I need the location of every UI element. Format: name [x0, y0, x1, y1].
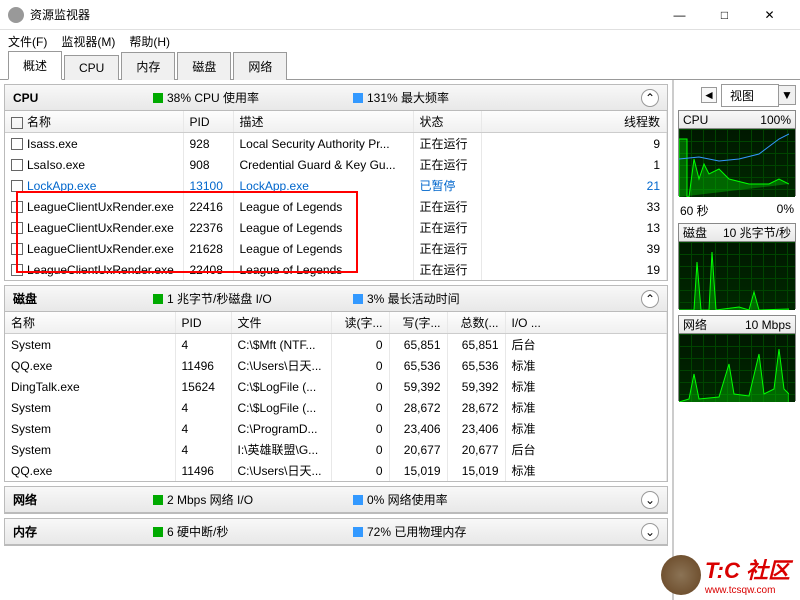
table-row[interactable]: LeagueClientUxRender.exe21628League of L… [5, 238, 667, 259]
section-title: 网络 [13, 491, 153, 508]
table-row[interactable]: LeagueClientUxRender.exe22416League of L… [5, 196, 667, 217]
section-title: 内存 [13, 523, 153, 540]
menu-file[interactable]: 文件(F) [8, 33, 47, 50]
prev-arrow-icon[interactable]: ◄ [701, 87, 717, 103]
table-row[interactable]: System4C:\$LogFile (...028,67228,672标准 [5, 397, 667, 418]
table-row[interactable]: QQ.exe11496C:\Users\日天...065,53665,536标准 [5, 355, 667, 376]
table-row[interactable]: LeagueClientUxRender.exe22408League of L… [5, 259, 667, 280]
table-row[interactable]: System4I:\英雄联盟\G...020,67720,677后台 [5, 439, 667, 460]
checkbox[interactable] [11, 201, 23, 213]
col-file[interactable]: 文件 [231, 312, 331, 334]
table-row[interactable]: LockApp.exe13100LockApp.exe已暂停21 [5, 175, 667, 196]
section-title: CPU [13, 91, 153, 105]
tab-内存[interactable]: 内存 [121, 52, 175, 80]
menu-monitor[interactable]: 监视器(M) [61, 33, 115, 50]
window-title: 资源监视器 [30, 6, 657, 23]
network-graph: 网络10 Mbps [678, 315, 796, 401]
tab-磁盘[interactable]: 磁盘 [177, 52, 231, 80]
checkbox[interactable] [11, 222, 23, 234]
tab-CPU[interactable]: CPU [64, 55, 119, 80]
col-name[interactable]: 名称 [5, 111, 183, 133]
close-button[interactable]: ✕ [747, 0, 792, 30]
watermark-icon [661, 555, 701, 595]
disk-table: 名称 PID 文件 读(字... 写(字... 总数(... I/O ... S… [5, 312, 667, 481]
menu-bar: 文件(F) 监视器(M) 帮助(H) [0, 30, 800, 52]
left-panel: CPU 38% CPU 使用率 131% 最大频率 ⌃ 名称 PID 描述 状态… [0, 80, 674, 600]
col-total[interactable]: 总数(... [447, 312, 505, 334]
col-write[interactable]: 写(字... [389, 312, 447, 334]
table-row[interactable]: QQ.exe11496C:\Users\日天...015,01915,019标准 [5, 460, 667, 481]
tab-概述[interactable]: 概述 [8, 51, 62, 80]
dropdown-icon[interactable]: ▼ [778, 85, 796, 105]
cpu-graph: CPU100% [678, 110, 796, 196]
table-row[interactable]: LeagueClientUxRender.exe22376League of L… [5, 217, 667, 238]
view-selector[interactable]: 视图 [721, 84, 779, 107]
col-pid[interactable]: PID [175, 312, 231, 334]
checkbox[interactable] [11, 180, 23, 192]
checkbox[interactable] [11, 243, 23, 255]
expand-icon[interactable]: ⌄ [641, 491, 659, 509]
minimize-button[interactable]: — [657, 0, 702, 30]
disk-section: 磁盘 1 兆字节/秒磁盘 I/O 3% 最长活动时间 ⌃ 名称 PID 文件 读… [4, 285, 668, 482]
col-status[interactable]: 状态 [413, 111, 481, 133]
tab-bar: 概述CPU内存磁盘网络 [0, 52, 800, 80]
col-read[interactable]: 读(字... [331, 312, 389, 334]
collapse-icon[interactable]: ⌃ [641, 290, 659, 308]
checkbox-all[interactable] [11, 117, 23, 129]
tab-网络[interactable]: 网络 [233, 52, 287, 80]
table-row[interactable]: DingTalk.exe15624C:\$LogFile (...059,392… [5, 376, 667, 397]
app-icon [8, 7, 24, 23]
col-pid[interactable]: PID [183, 111, 233, 133]
maximize-button[interactable]: □ [702, 0, 747, 30]
table-row[interactable]: System4C:\$Mft (NTF...065,85165,851后台 [5, 334, 667, 356]
cpu-section: CPU 38% CPU 使用率 131% 最大频率 ⌃ 名称 PID 描述 状态… [4, 84, 668, 281]
table-row[interactable]: LsaIso.exe908Credential Guard & Key Gu..… [5, 154, 667, 175]
checkbox[interactable] [11, 159, 23, 171]
network-section: 网络 2 Mbps 网络 I/O 0% 网络使用率 ⌄ [4, 486, 668, 514]
col-io[interactable]: I/O ... [505, 312, 667, 334]
memory-section: 内存 6 硬中断/秒 72% 已用物理内存 ⌄ [4, 518, 668, 546]
checkbox[interactable] [11, 264, 23, 276]
expand-icon[interactable]: ⌄ [641, 523, 659, 541]
menu-help[interactable]: 帮助(H) [129, 33, 170, 50]
col-threads[interactable]: 线程数 [481, 111, 667, 133]
title-bar: 资源监视器 — □ ✕ [0, 0, 800, 30]
collapse-icon[interactable]: ⌃ [641, 89, 659, 107]
right-panel: ◄ 视图 ▼ CPU100% 60 秒0% 磁盘10 兆字节/秒 网络10 Mb… [674, 80, 800, 600]
table-row[interactable]: Isass.exe928Local Security Authority Pr.… [5, 133, 667, 155]
watermark: T:C 社区 www.tcsqw.com [661, 553, 790, 596]
section-title: 磁盘 [13, 290, 153, 307]
col-desc[interactable]: 描述 [233, 111, 413, 133]
table-row[interactable]: System4C:\ProgramD...023,40623,406标准 [5, 418, 667, 439]
cpu-table: 名称 PID 描述 状态 线程数 Isass.exe928Local Secur… [5, 111, 667, 280]
col-name[interactable]: 名称 [5, 312, 175, 334]
disk-graph: 磁盘10 兆字节/秒 [678, 223, 796, 309]
checkbox[interactable] [11, 138, 23, 150]
